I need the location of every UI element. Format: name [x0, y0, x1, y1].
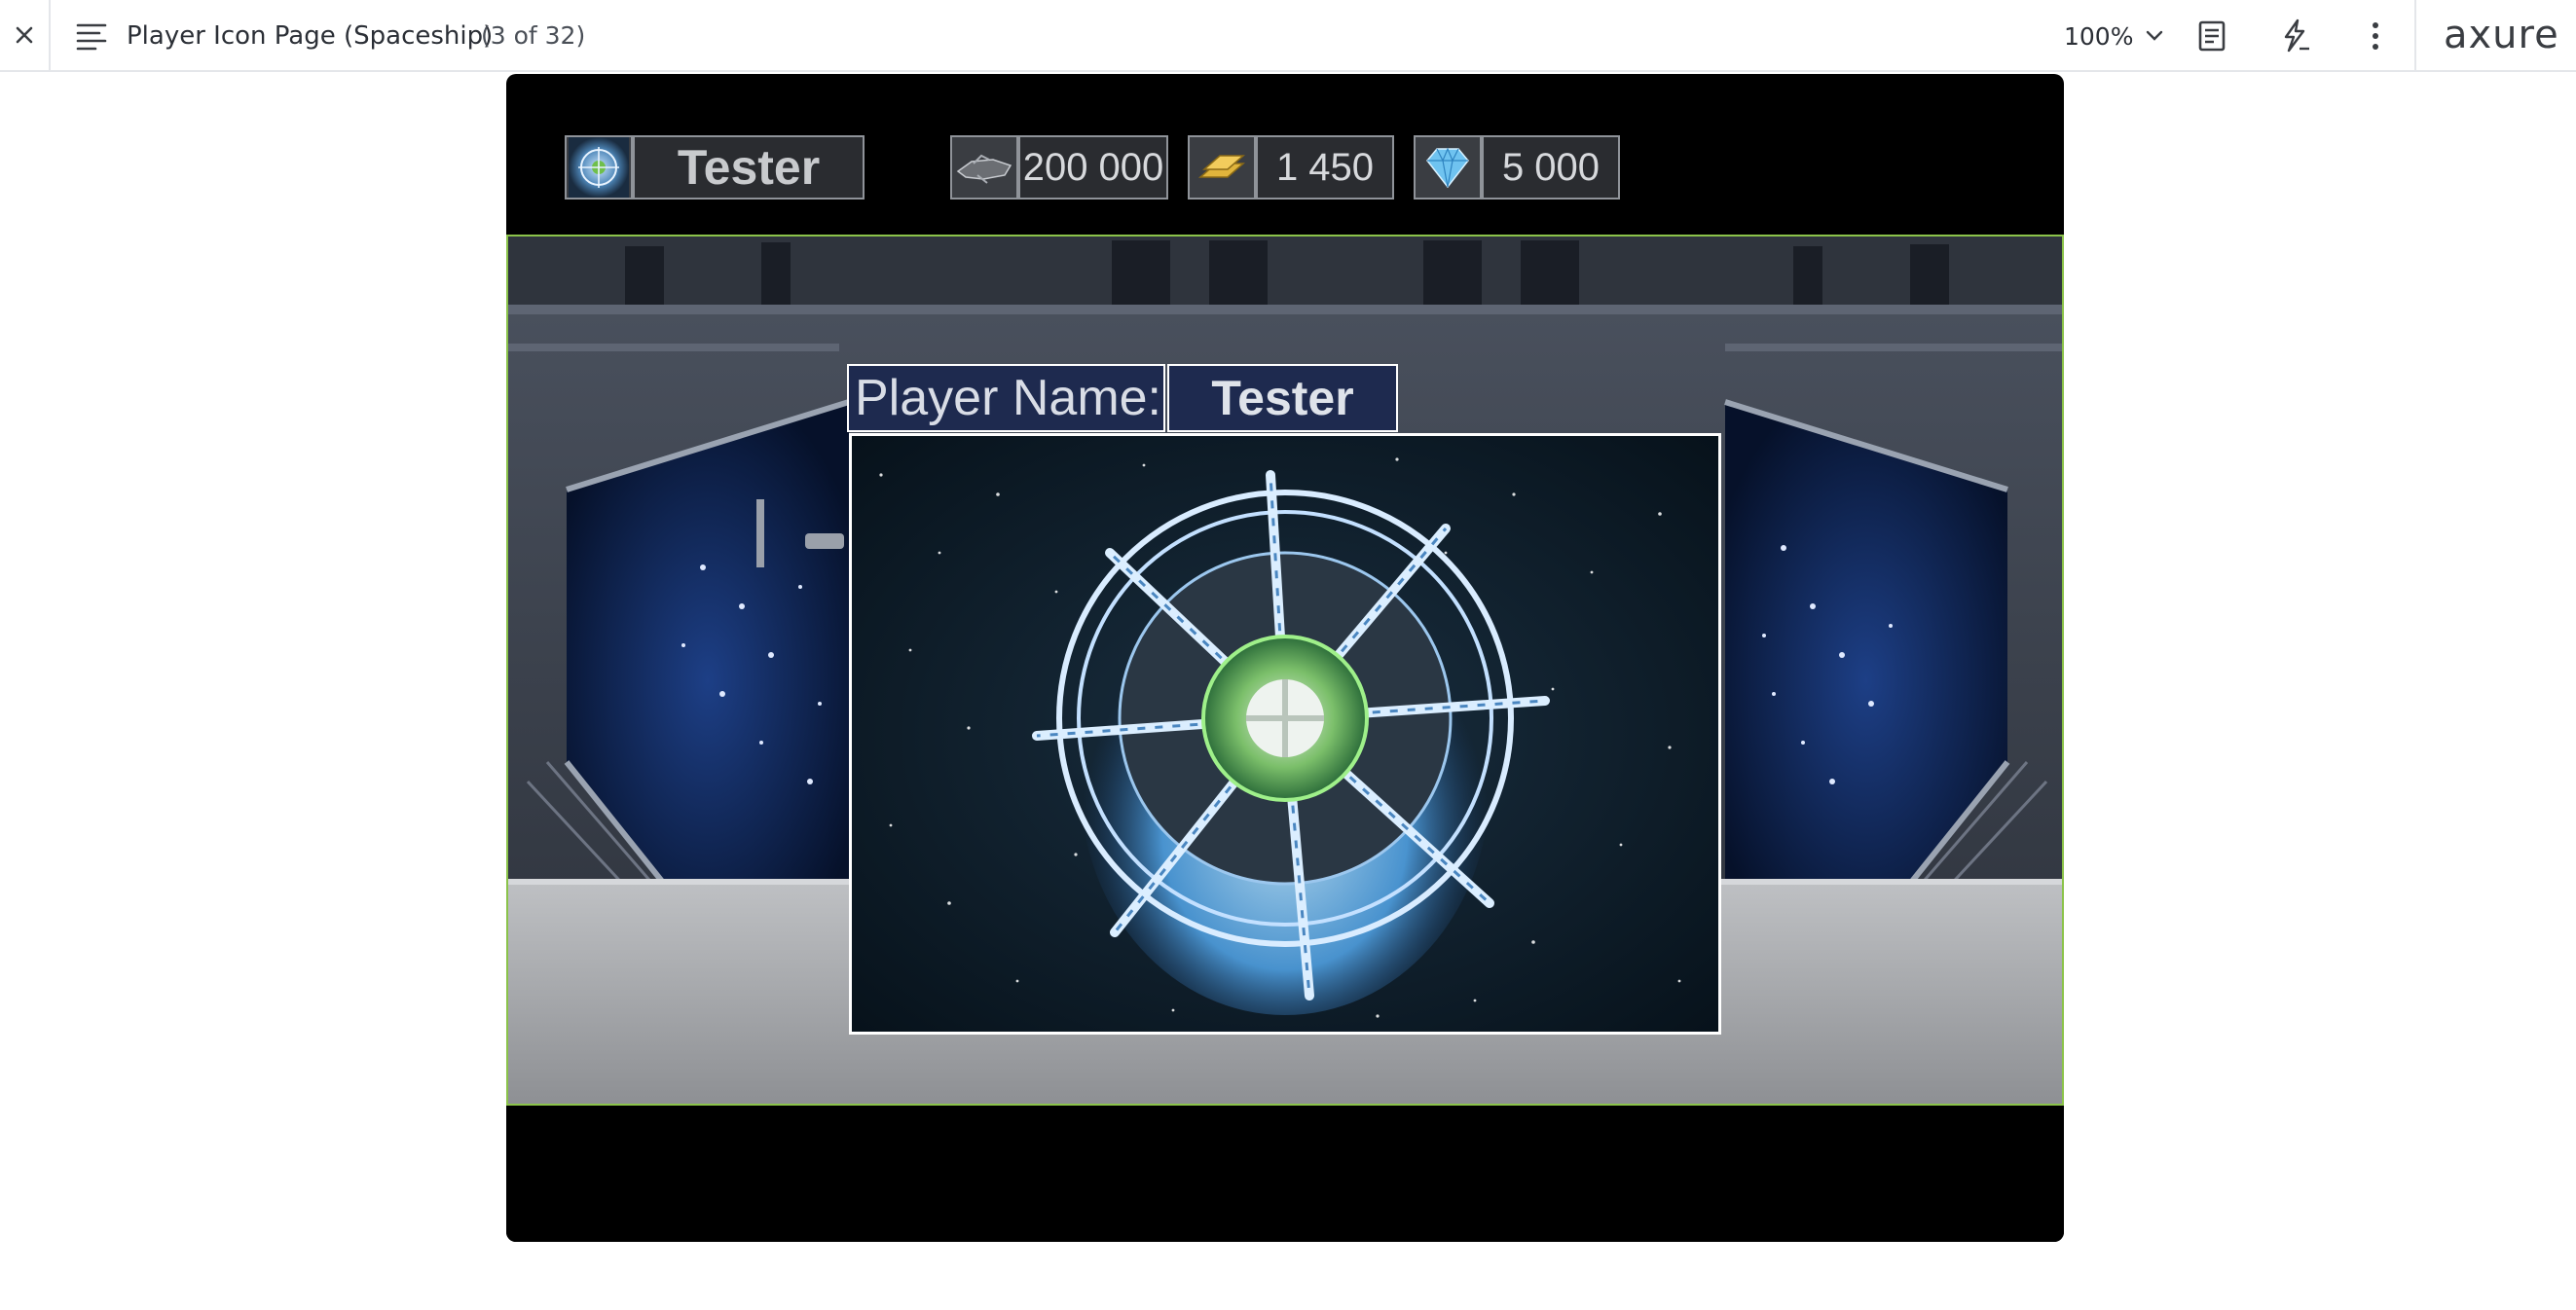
space-station-image[interactable]: [849, 433, 1721, 1035]
page-title: Player Icon Page (Spaceship): [127, 21, 494, 51]
axure-logo: axure: [2444, 13, 2559, 57]
notes-button[interactable]: [2192, 18, 2231, 55]
page-counter: (3 of 32): [481, 21, 586, 50]
gem-resource-icon-box: [1414, 135, 1482, 200]
player-name-label: Player Name:: [847, 364, 1165, 432]
ships-count: 200 000: [1018, 135, 1168, 200]
zoom-select[interactable]: 100%: [2064, 19, 2164, 53]
player-name-value[interactable]: Tester: [1167, 364, 1398, 432]
gold-bars-icon: [1198, 155, 1245, 178]
spaceship-resource-icon-box: [950, 135, 1018, 200]
notes-icon: [2198, 20, 2226, 52]
more-icon: [2373, 22, 2378, 50]
gems-count: 5 000: [1482, 135, 1620, 200]
close-icon: [16, 26, 33, 44]
interactions-icon: [2284, 18, 2309, 53]
zoom-value: 100%: [2064, 21, 2134, 51]
sitemap-menu-button[interactable]: [76, 21, 109, 51]
spaceship-icon: [956, 154, 1012, 184]
chevron-down-icon: [2147, 30, 2163, 41]
prototype-toolbar: Player Icon Page (Spaceship) (3 of 32) 1…: [0, 0, 2576, 72]
sitemap-menu-icon: [76, 23, 107, 51]
more-options-button[interactable]: [2356, 18, 2395, 55]
gold-resource-icon-box: [1188, 135, 1256, 200]
player-name-display: Tester: [633, 135, 865, 200]
toolbar-divider: [2414, 0, 2416, 70]
space-station-illustration: [852, 436, 1718, 1032]
bottom-bar: [506, 1106, 2064, 1242]
hangar-scene: Player Name: Tester: [506, 235, 2064, 1106]
player-avatar-icon: [569, 137, 629, 198]
player-avatar[interactable]: [565, 135, 633, 200]
close-button[interactable]: [0, 0, 51, 70]
interactions-button[interactable]: [2274, 18, 2313, 55]
prototype-canvas: Tester 200 000 1 450 5 000 Player Name: …: [506, 74, 2064, 1242]
gold-count: 1 450: [1256, 135, 1394, 200]
diamond-icon: [1426, 147, 1469, 189]
